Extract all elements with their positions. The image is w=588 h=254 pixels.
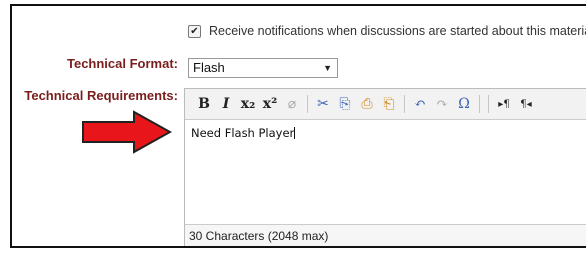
technical-format-value: Flash: [193, 60, 225, 75]
ltr-icon[interactable]: ▸¶: [495, 94, 513, 114]
chevron-down-icon: ▼: [323, 63, 332, 73]
red-arrow-shape: [82, 110, 172, 154]
technical-format-select[interactable]: Flash ▼: [188, 58, 338, 78]
cut-icon[interactable]: ✂: [314, 94, 332, 114]
redo-icon[interactable]: ↷: [433, 94, 451, 114]
toolbar-separator: [404, 95, 405, 113]
special-char-icon[interactable]: Ω: [455, 94, 473, 114]
remove-format-icon[interactable]: ⌀: [283, 94, 301, 114]
notify-row: ✔ Receive notifications when discussions…: [188, 22, 586, 40]
superscript-button[interactable]: x²: [261, 94, 279, 114]
red-arrow-icon: [82, 110, 172, 154]
technical-format-label: Technical Format:: [66, 56, 178, 71]
editor-text: Need Flash Player: [191, 126, 295, 140]
character-count: 30 Characters (2048 max): [185, 224, 586, 246]
italic-button[interactable]: I: [217, 94, 235, 114]
toolbar-separator: [479, 95, 480, 113]
paste-text-icon[interactable]: ⎗: [380, 94, 398, 114]
technical-requirements-label: Technical Requirements:: [24, 88, 178, 103]
paste-icon[interactable]: ⎙: [358, 94, 376, 114]
notify-checkbox[interactable]: ✔: [188, 24, 201, 38]
subscript-button[interactable]: x₂: [239, 94, 257, 114]
rtl-icon[interactable]: ¶◂: [517, 94, 535, 114]
editor-toolbar: B I x₂ x² ⌀ ✂ ⎘ ⎙ ⎗ ↶ ↷ Ω ▸¶ ¶◂: [185, 89, 586, 120]
text-caret: [294, 127, 296, 139]
bold-button[interactable]: B: [195, 94, 213, 114]
undo-icon[interactable]: ↶: [411, 94, 429, 114]
toolbar-separator: [488, 95, 489, 113]
toolbar-separator: [307, 95, 308, 113]
rich-text-editor[interactable]: B I x₂ x² ⌀ ✂ ⎘ ⎙ ⎗ ↶ ↷ Ω ▸¶ ¶◂ Need Fla…: [184, 88, 586, 246]
notify-label: Receive notifications when discussions a…: [209, 24, 586, 38]
copy-icon[interactable]: ⎘: [336, 94, 354, 114]
editor-content[interactable]: Need Flash Player: [185, 120, 586, 224]
